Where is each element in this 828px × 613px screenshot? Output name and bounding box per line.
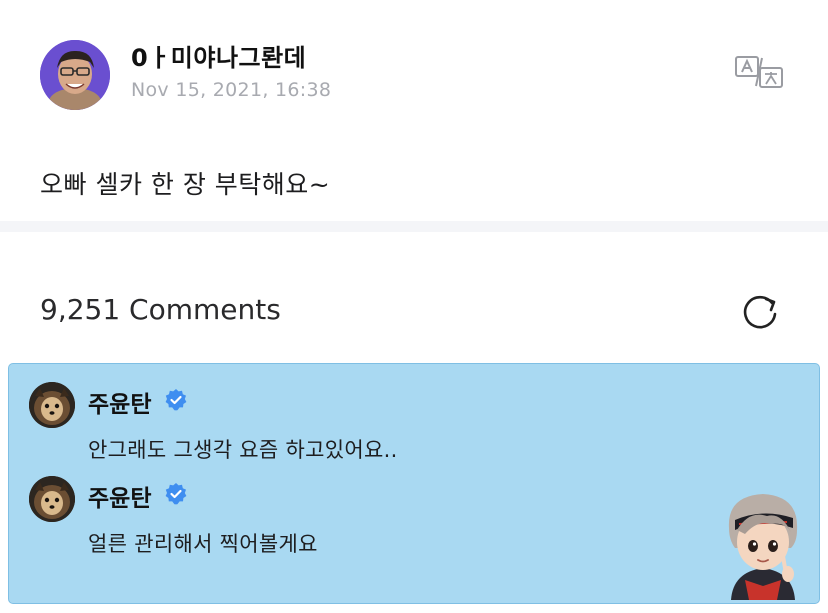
- verified-badge-icon: [164, 388, 188, 412]
- commenter-avatar[interactable]: [29, 476, 75, 522]
- highlighted-comments: 주윤탄 안그래도 그생각 요즘 하고있어요.. 주윤탄 얼른 관리해서 찍어볼게…: [8, 363, 820, 604]
- comment-text: 안그래도 그생각 요즘 하고있어요..: [88, 438, 398, 462]
- refresh-icon[interactable]: [739, 290, 781, 332]
- commenter-name[interactable]: 주윤탄: [88, 385, 151, 419]
- commenter-name[interactable]: 주윤탄: [88, 479, 151, 513]
- translate-icon[interactable]: [733, 54, 785, 90]
- comments-count: 9,251 Comments: [40, 293, 281, 326]
- comment-text: 얼른 관리해서 찍어볼게요: [88, 532, 318, 556]
- author-name[interactable]: 0ㅏ미야나그롼데: [131, 38, 306, 73]
- character-sticker: [715, 488, 811, 600]
- verified-badge-icon: [164, 482, 188, 506]
- post-header: 0ㅏ미야나그롼데 Nov 15, 2021, 16:38: [0, 0, 828, 140]
- section-divider: [0, 221, 828, 232]
- post-body-text: 오빠 셀카 한 장 부탁해요~: [40, 170, 331, 199]
- commenter-avatar[interactable]: [29, 382, 75, 428]
- post-date: Nov 15, 2021, 16:38: [131, 79, 332, 101]
- author-avatar[interactable]: [40, 40, 110, 110]
